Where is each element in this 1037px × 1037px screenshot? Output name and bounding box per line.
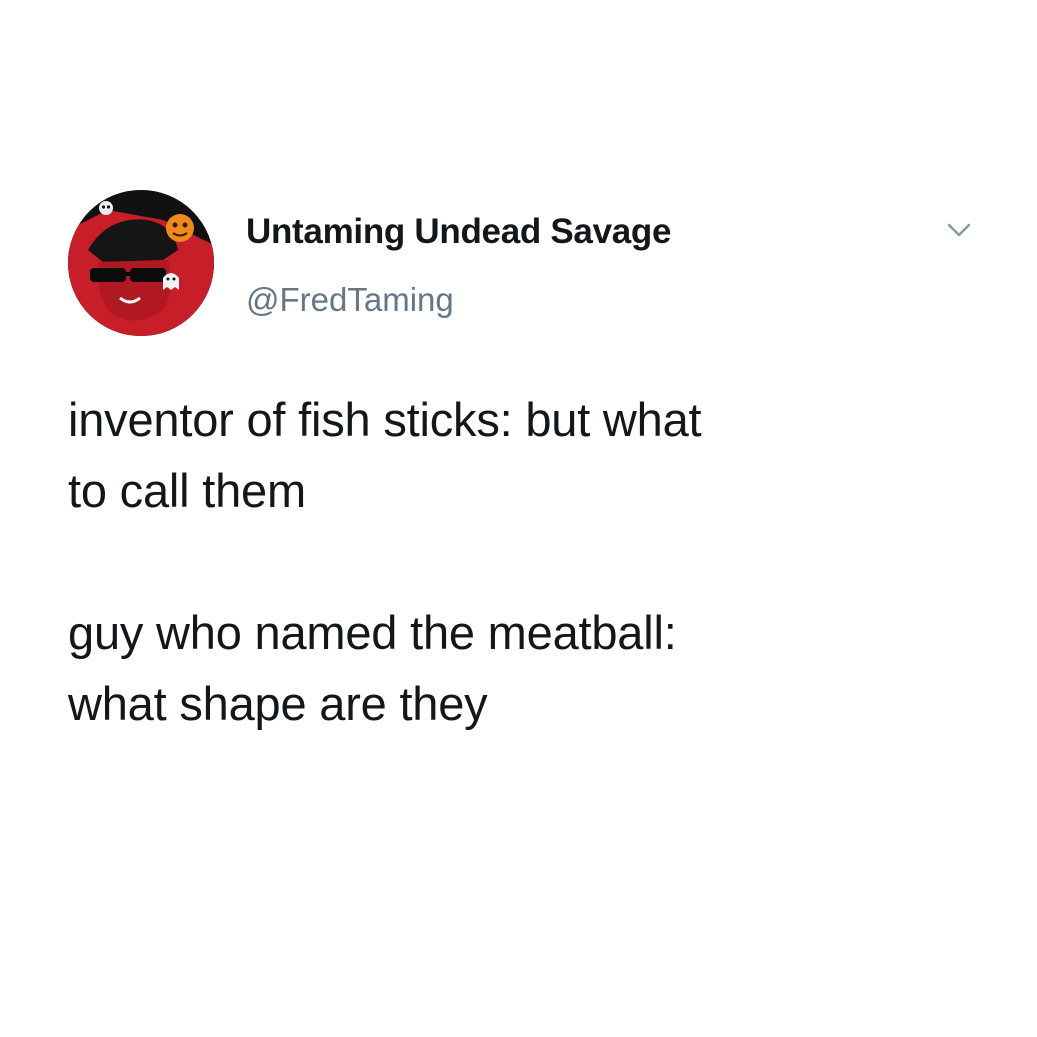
chevron-down-icon[interactable] (944, 218, 974, 242)
tweet-paragraph: guy who named the meatball: what shape a… (68, 606, 677, 730)
tweet-card: Untaming Undead Savage @FredTaming inven… (0, 0, 1037, 1037)
profile-avatar[interactable] (68, 190, 214, 336)
author-handle[interactable]: @FredTaming (246, 281, 454, 319)
avatar-image (68, 190, 214, 336)
author-display-name[interactable]: Untaming Undead Savage (246, 212, 671, 252)
tweet-paragraph: inventor of fish sticks: but what to cal… (68, 393, 702, 517)
tweet-text: inventor of fish sticks: but what to cal… (68, 384, 968, 739)
